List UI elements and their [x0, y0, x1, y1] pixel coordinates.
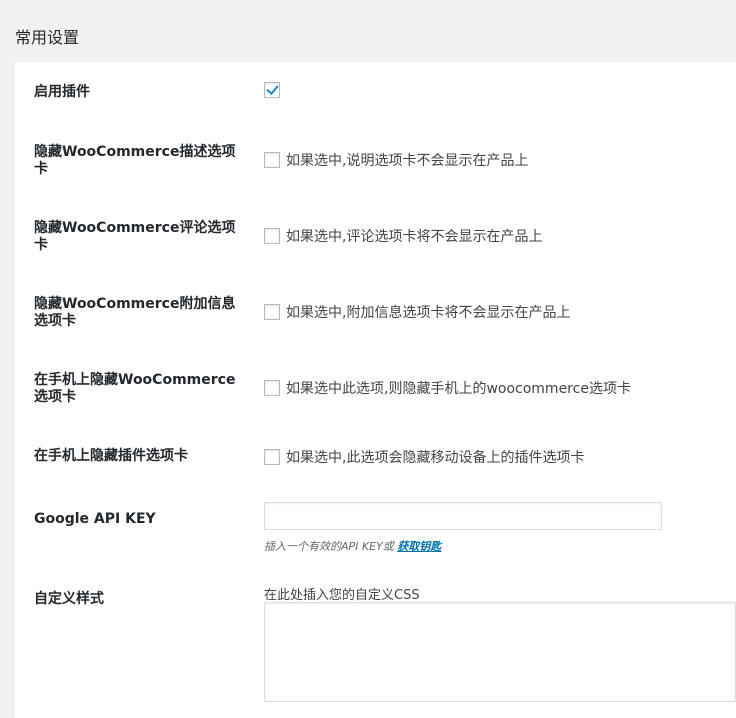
enable-plugin-checkbox[interactable]	[264, 82, 280, 98]
google-api-key-help-text: 插入一个有效的API KEY或	[264, 540, 394, 553]
hide-additional-info-checkbox[interactable]	[264, 304, 280, 320]
hide-reviews-label: 隐藏WooCommerce评论选项卡	[34, 220, 236, 253]
settings-panel: 启用插件 隐藏WooCommerce描述选项卡 如果选中,说明选项卡不会显示在产…	[15, 62, 736, 718]
custom-css-textarea[interactable]	[264, 602, 736, 702]
hide-additional-info-desc: 如果选中,附加信息选项卡将不会显示在产品上	[286, 305, 571, 321]
hide-wc-tabs-mobile-desc: 如果选中此选项,则隐藏手机上的woocommerce选项卡	[286, 381, 631, 397]
google-api-key-label: Google API KEY	[34, 511, 156, 527]
custom-css-label: 自定义样式	[34, 591, 104, 607]
hide-plugin-tabs-mobile-desc: 如果选中,此选项会隐藏移动设备上的插件选项卡	[286, 450, 585, 466]
hide-reviews-desc: 如果选中,评论选项卡将不会显示在产品上	[286, 229, 543, 245]
section-title: 常用设置	[15, 28, 80, 47]
custom-css-caption: 在此处插入您的自定义CSS	[264, 588, 420, 603]
hide-plugin-tabs-mobile-checkbox[interactable]	[264, 449, 280, 465]
hide-description-desc: 如果选中,说明选项卡不会显示在产品上	[286, 153, 529, 169]
hide-additional-info-label: 隐藏WooCommerce附加信息选项卡	[34, 296, 236, 329]
hide-reviews-checkbox[interactable]	[264, 228, 280, 244]
get-key-link[interactable]: 获取钥匙	[397, 540, 441, 553]
hide-wc-tabs-mobile-label: 在手机上隐藏WooCommerce选项卡	[34, 372, 236, 405]
google-api-key-input[interactable]	[264, 502, 662, 530]
google-api-key-help: 插入一个有效的API KEY或 获取钥匙	[264, 538, 441, 554]
hide-wc-tabs-mobile-checkbox[interactable]	[264, 380, 280, 396]
hide-plugin-tabs-mobile-label: 在手机上隐藏插件选项卡	[34, 448, 188, 464]
hide-description-label: 隐藏WooCommerce描述选项卡	[34, 144, 236, 177]
enable-plugin-label: 启用插件	[34, 84, 90, 100]
hide-description-checkbox[interactable]	[264, 152, 280, 168]
